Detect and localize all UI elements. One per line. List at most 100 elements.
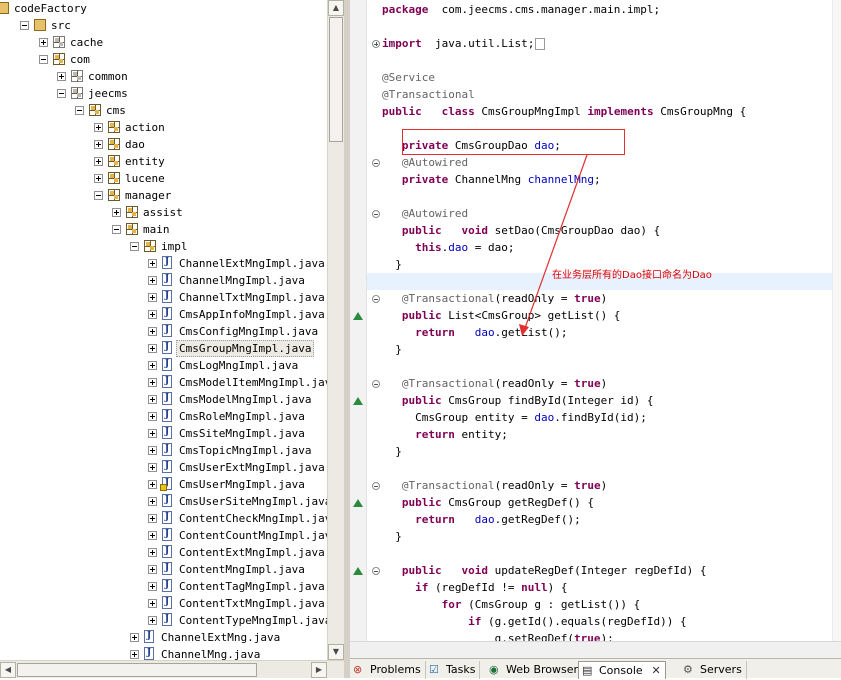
collapse-toggle-icon[interactable] — [39, 55, 48, 64]
collapse-toggle-icon[interactable] — [57, 89, 66, 98]
expand-toggle-icon[interactable] — [39, 38, 48, 47]
fold-collapse-icon[interactable] — [372, 159, 380, 167]
expand-toggle-icon[interactable] — [148, 582, 157, 591]
expand-toggle-icon[interactable] — [148, 395, 157, 404]
expand-toggle-icon[interactable] — [148, 497, 157, 506]
tree-item[interactable]: J CmsTopicMngImpl.java — [0, 442, 327, 459]
expand-toggle-icon[interactable] — [130, 633, 139, 642]
code-line[interactable]: public void setDao(CmsGroupDao dao) { — [382, 222, 660, 239]
scroll-down-button[interactable]: ▼ — [328, 644, 344, 660]
code-line[interactable]: return dao.getList(); — [382, 324, 567, 341]
code-line[interactable]: public class CmsGroupMngImpl implements … — [382, 103, 746, 120]
code-line[interactable]: package com.jeecms.cms.manager.main.impl… — [382, 1, 660, 18]
fold-collapse-icon[interactable] — [372, 210, 380, 218]
code-line[interactable]: this.dao = dao; — [382, 239, 514, 256]
tree-item[interactable]: J ContentTagMngImpl.java — [0, 578, 327, 595]
expand-toggle-icon[interactable] — [148, 344, 157, 353]
code-line[interactable]: public List<CmsGroup> getList() { — [382, 307, 621, 324]
code-line[interactable]: @Transactional(readOnly = true) — [382, 375, 607, 392]
code-line[interactable]: public CmsGroup findById(Integer id) { — [382, 392, 654, 409]
expand-toggle-icon[interactable] — [94, 123, 103, 132]
tree-item[interactable]: codeFactory — [0, 0, 327, 17]
code-line[interactable]: if (regDefId != null) { — [382, 579, 567, 596]
tree-item[interactable]: J CmsLogMngImpl.java — [0, 357, 327, 374]
expand-toggle-icon[interactable] — [148, 480, 157, 489]
tree-item[interactable]: impl — [0, 238, 327, 255]
code-line[interactable]: } — [382, 341, 402, 358]
collapse-toggle-icon[interactable] — [94, 191, 103, 200]
tree-item[interactable]: cache — [0, 34, 327, 51]
code-line[interactable]: private ChannelMng channelMng; — [382, 171, 601, 188]
code-line[interactable]: @Autowired — [382, 205, 468, 222]
expand-toggle-icon[interactable] — [57, 72, 66, 81]
tree-horizontal-scrollbar[interactable]: ◀ ▶ — [0, 660, 344, 678]
expand-toggle-icon[interactable] — [148, 429, 157, 438]
tab-console[interactable]: ▤ Console ✕ — [578, 661, 666, 679]
code-line[interactable]: } — [382, 528, 402, 545]
fold-collapse-icon[interactable] — [372, 567, 380, 575]
expand-toggle-icon[interactable] — [148, 276, 157, 285]
tree-item[interactable]: dao — [0, 136, 327, 153]
tree-item[interactable]: J ChannelExtMngImpl.java — [0, 255, 327, 272]
tree-item[interactable]: J CmsModelItemMngImpl.java — [0, 374, 327, 391]
overview-ruler[interactable] — [832, 0, 841, 641]
tree-item[interactable]: J CmsAppInfoMngImpl.java — [0, 306, 327, 323]
tree-item[interactable]: J CmsUserMngImpl.java — [0, 476, 327, 493]
tree-item[interactable]: main — [0, 221, 327, 238]
tree-item[interactable]: J CmsGroupMngImpl.java — [0, 340, 327, 357]
expand-toggle-icon[interactable] — [148, 548, 157, 557]
tree-item[interactable]: lucene — [0, 170, 327, 187]
scroll-thumb[interactable] — [329, 17, 343, 142]
code-line[interactable]: @Transactional — [382, 86, 475, 103]
tab-servers[interactable]: ⚙ Servers — [680, 661, 747, 679]
tree-item[interactable]: J ChannelMngImpl.java — [0, 272, 327, 289]
code-editor[interactable]: package com.jeecms.cms.manager.main.impl… — [350, 0, 841, 641]
expand-toggle-icon[interactable] — [148, 412, 157, 421]
tree-item[interactable]: jeecms — [0, 85, 327, 102]
tree-item[interactable]: J ContentMngImpl.java — [0, 561, 327, 578]
scroll-right-button[interactable]: ▶ — [311, 662, 327, 678]
fold-collapse-icon[interactable] — [372, 295, 380, 303]
tree-item[interactable]: J CmsModelMngImpl.java — [0, 391, 327, 408]
tree-item[interactable]: J CmsUserSiteMngImpl.java — [0, 493, 327, 510]
code-line[interactable]: import java.util.List; — [382, 35, 546, 52]
expand-toggle-icon[interactable] — [148, 327, 157, 336]
tree-item[interactable]: J ContentTypeMngImpl.java — [0, 612, 327, 629]
tree-item[interactable]: J CmsUserExtMngImpl.java — [0, 459, 327, 476]
collapse-toggle-icon[interactable] — [75, 106, 84, 115]
expand-toggle-icon[interactable] — [112, 208, 121, 217]
tree-item[interactable]: common — [0, 68, 327, 85]
tree-item[interactable]: manager — [0, 187, 327, 204]
expand-toggle-icon[interactable] — [148, 599, 157, 608]
expand-toggle-icon[interactable] — [148, 616, 157, 625]
expand-toggle-icon[interactable] — [148, 293, 157, 302]
editor-horizontal-scrollbar[interactable] — [350, 641, 841, 658]
tree-item[interactable]: J CmsConfigMngImpl.java — [0, 323, 327, 340]
tree-item[interactable]: J CmsRoleMngImpl.java — [0, 408, 327, 425]
code-line[interactable]: @Transactional(readOnly = true) — [382, 290, 607, 307]
tree-item[interactable]: cms — [0, 102, 327, 119]
tab-tasks[interactable]: ☑ Tasks — [426, 661, 481, 679]
tree-item[interactable]: J ContentTxtMngImpl.java — [0, 595, 327, 612]
expand-toggle-icon[interactable] — [148, 565, 157, 574]
scroll-left-button[interactable]: ◀ — [0, 662, 16, 678]
fold-expand-icon[interactable] — [372, 40, 380, 48]
tree-vertical-scrollbar[interactable]: ▲ ▼ — [327, 0, 344, 660]
scroll-up-button[interactable]: ▲ — [328, 0, 344, 16]
tree-item[interactable]: entity — [0, 153, 327, 170]
code-line[interactable]: public void updateRegDef(Integer regDefI… — [382, 562, 707, 579]
close-icon[interactable]: ✕ — [651, 662, 660, 680]
code-line[interactable]: } — [382, 256, 402, 273]
code-line[interactable]: @Service — [382, 69, 435, 86]
code-line[interactable]: } — [382, 443, 402, 460]
fold-collapse-icon[interactable] — [372, 380, 380, 388]
expand-toggle-icon[interactable] — [148, 463, 157, 472]
code-line[interactable]: @Transactional(readOnly = true) — [382, 477, 607, 494]
collapse-toggle-icon[interactable] — [112, 225, 121, 234]
collapse-toggle-icon[interactable] — [130, 242, 139, 251]
code-line[interactable]: for (CmsGroup g : getList()) { — [382, 596, 641, 613]
expand-toggle-icon[interactable] — [94, 174, 103, 183]
collapse-toggle-icon[interactable] — [20, 21, 29, 30]
tree-item[interactable]: J ContentCheckMngImpl.java — [0, 510, 327, 527]
tree-item[interactable]: J ChannelMng.java — [0, 646, 327, 660]
